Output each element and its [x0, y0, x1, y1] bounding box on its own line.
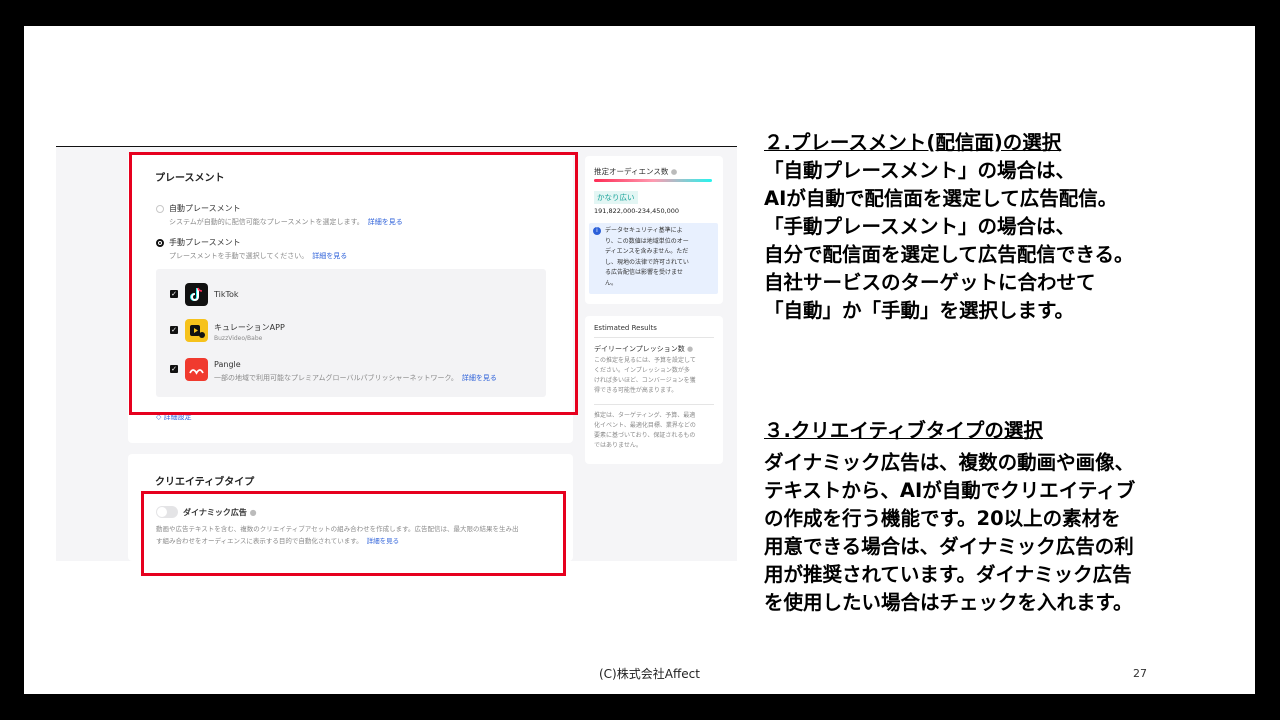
creative-explanation: ダイナミック広告は、複数の動画や画像、 テキストから、AIが自動でクリエイティブの… — [764, 451, 1136, 614]
audience-title: 推定オーディエンス数 ● — [594, 167, 678, 176]
placement-heading: ２.プレースメント(配信面)の選択 — [764, 131, 1062, 154]
estimated-results-title: Estimated Results — [594, 324, 657, 332]
notice-text: データセキュリティ基準によ り、この数値は地域単位のオー ディエンスを含みません。た… — [605, 227, 689, 287]
separator — [594, 337, 714, 338]
impressions-title: デイリーインプレッション数 ● — [594, 345, 694, 353]
notice-box: i データセキュリティ基準によ り、この数値は地域単位のオー ディエンスを含みません… — [589, 223, 718, 294]
info-icon: i — [593, 227, 601, 235]
slide: プレースメント 自動プレースメント システムが自動的に配信可能なプレースメントを… — [24, 26, 1255, 694]
audience-meter — [594, 179, 712, 182]
separator — [594, 404, 714, 405]
impressions-desc: この推定を見るには、予算を設定して ください。インプレッション数が多 ければ多いほど… — [594, 357, 696, 394]
placement-highlight-box — [129, 152, 578, 415]
info-icon: ● — [670, 167, 678, 176]
audience-range: 191,822,000-234,450,000 — [594, 207, 680, 215]
audience-badge: かなり広い — [594, 191, 638, 204]
creative-title: クリエイティブタイプ — [155, 477, 255, 488]
disclaimer: 推定は、ターゲティング、予算、最適 化イベント、最適化目標、業界などの 要素に基づい… — [594, 412, 696, 449]
info-icon: ● — [687, 345, 694, 353]
page-number: 27 — [1133, 667, 1147, 680]
divider — [56, 146, 737, 147]
creative-highlight-box — [141, 491, 566, 576]
copyright: (C)株式会社Affect — [599, 667, 700, 681]
creative-heading: ３.クリエイティブタイプの選択 — [764, 419, 1043, 442]
placement-explanation: 「自動プレースメント」の場合は、 AIが自動で配信面を選定して広告配信。 「手動プレ… — [764, 159, 1134, 322]
